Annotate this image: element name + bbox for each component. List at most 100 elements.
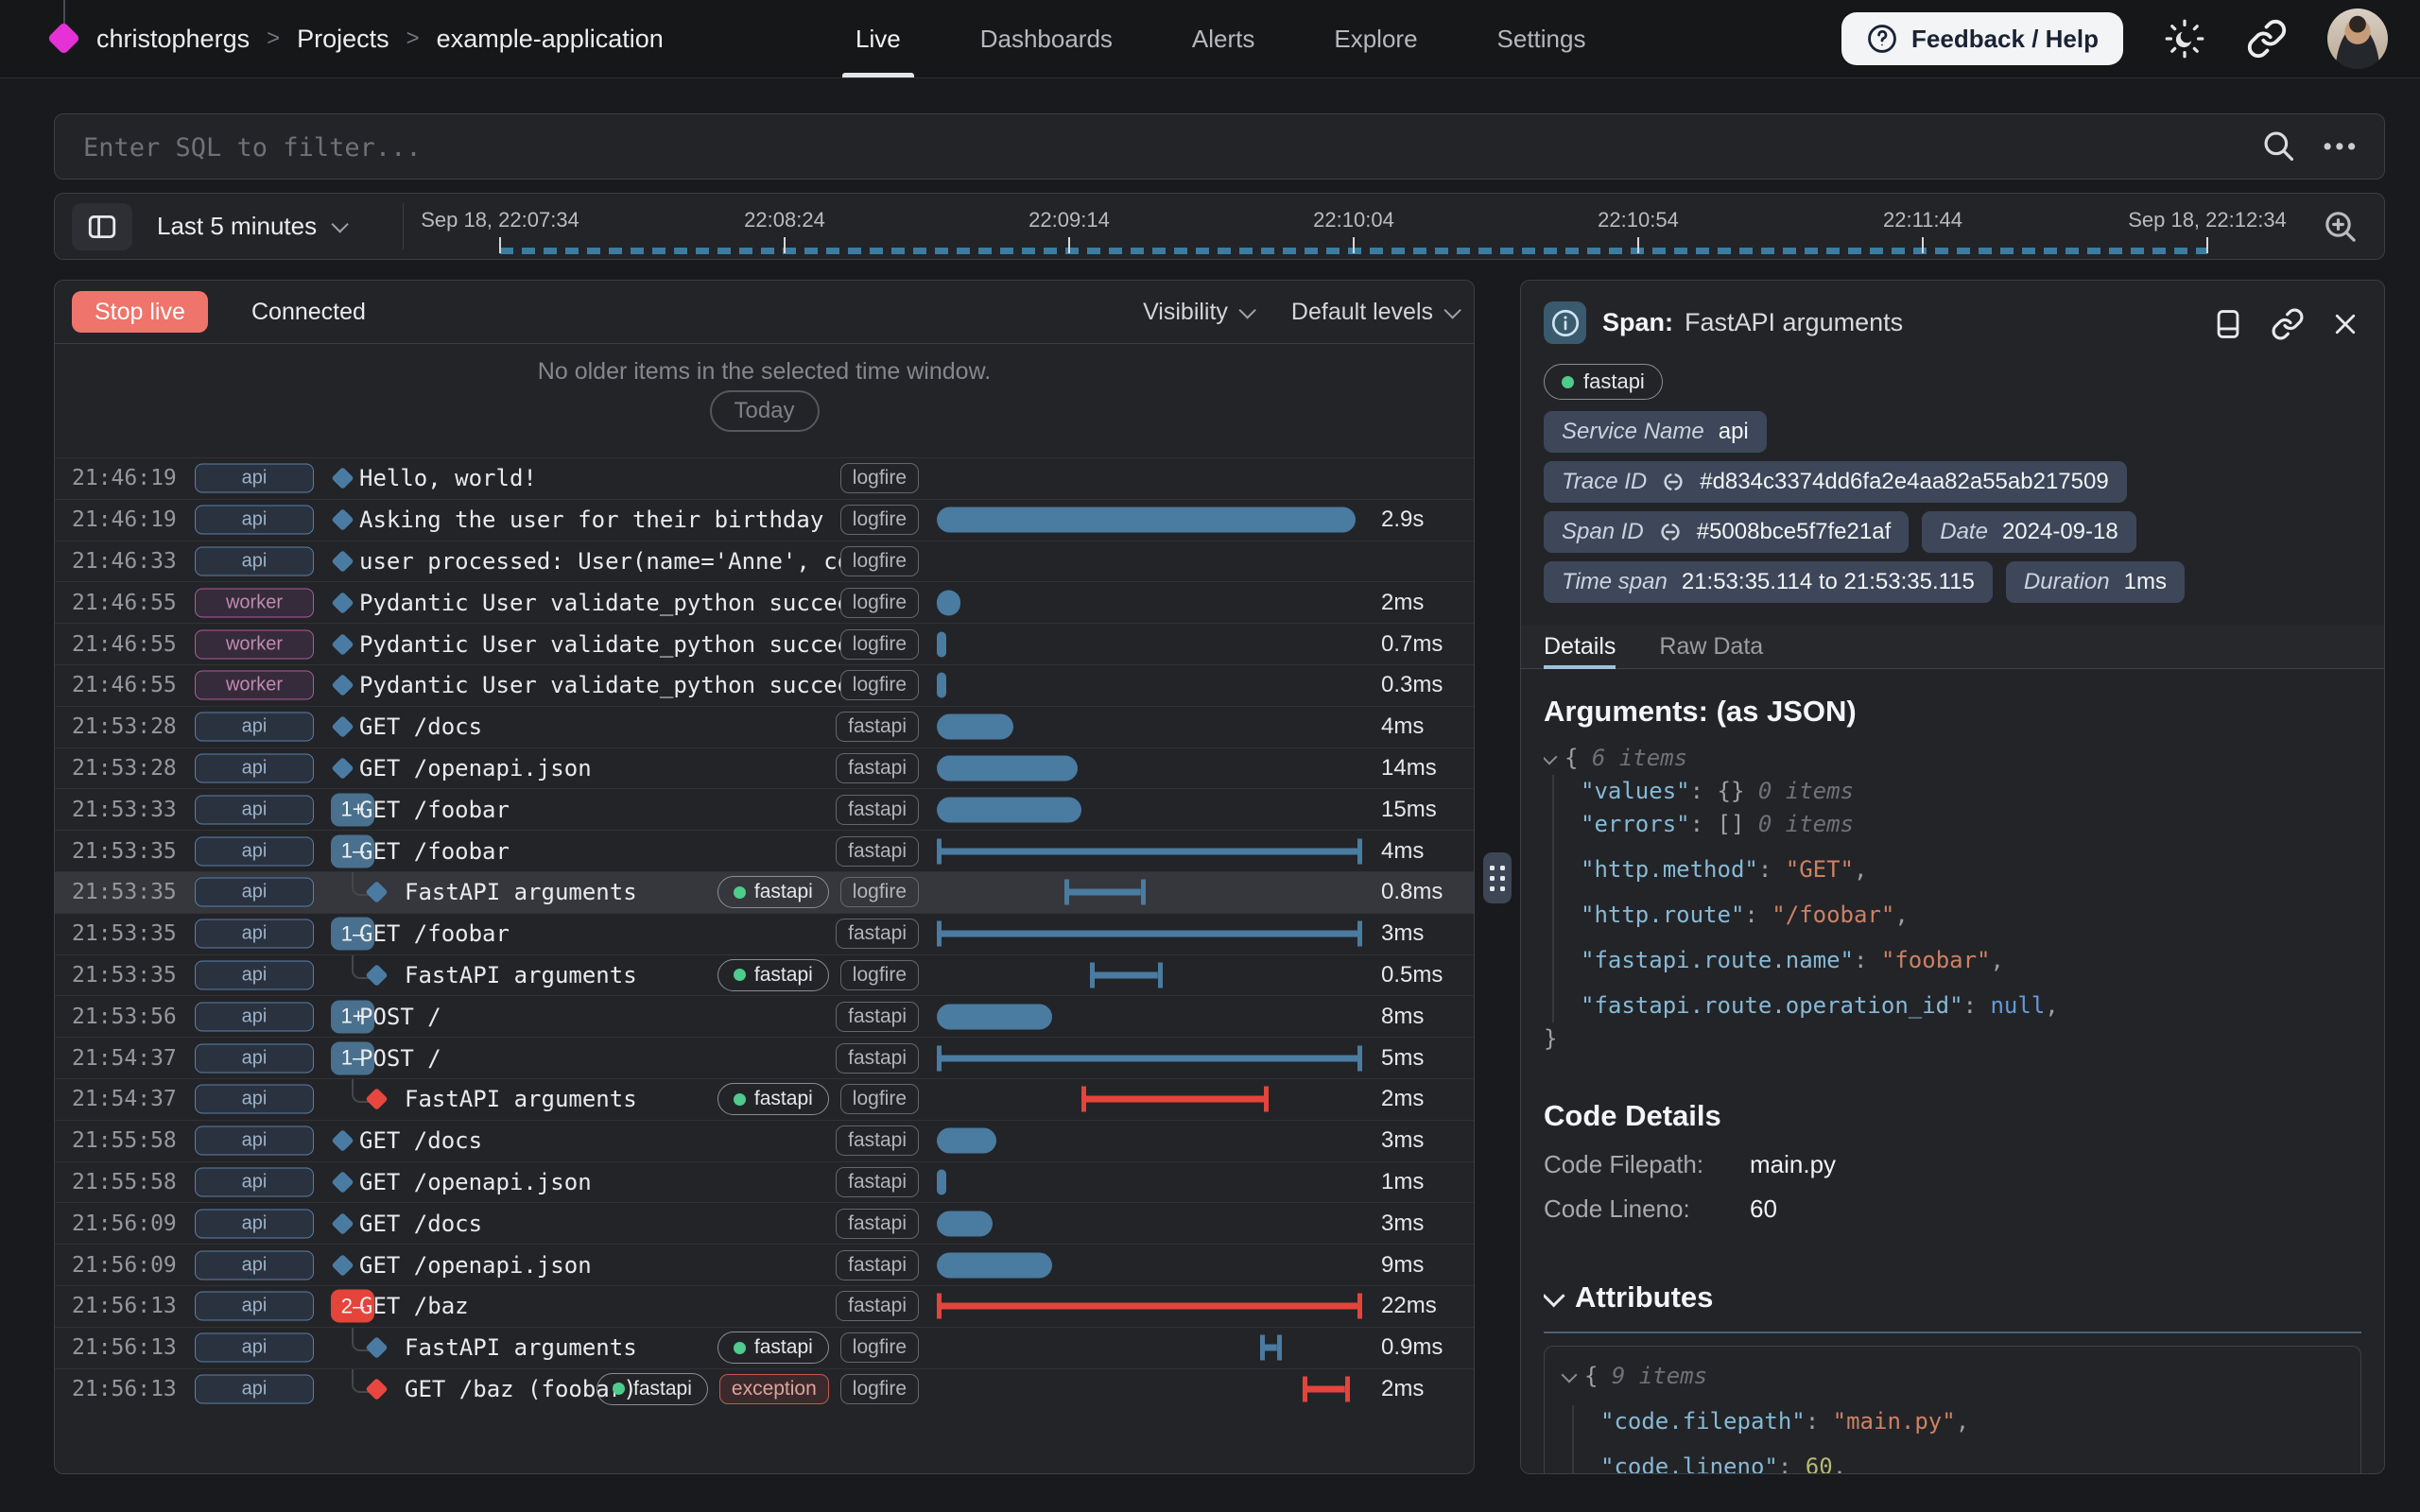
duration-bar bbox=[1303, 1376, 1350, 1401]
span-row[interactable]: 21:53:35apiFastAPI argumentsfastapilogfi… bbox=[55, 954, 1474, 996]
panel-resize-handle[interactable] bbox=[1483, 852, 1512, 903]
span-timestamp: 21:46:19 bbox=[72, 507, 177, 532]
feedback-help-label: Feedback / Help bbox=[1911, 25, 2099, 54]
span-timestamp: 21:46:55 bbox=[72, 673, 177, 697]
span-diamond-icon bbox=[331, 1171, 354, 1194]
span-tags: fastapi bbox=[836, 1167, 919, 1197]
span-diamond-icon bbox=[331, 467, 354, 490]
tag-fastapi: fastapi bbox=[836, 1002, 919, 1032]
service-tag: api bbox=[195, 795, 314, 824]
timeline-tick-mark bbox=[1068, 237, 1070, 253]
more-options-icon[interactable]: ••• bbox=[2324, 133, 2360, 161]
span-row[interactable]: 21:55:58apiGET /docsfastapi3ms bbox=[55, 1120, 1474, 1161]
tag-fastapi: fastapi bbox=[836, 1209, 919, 1239]
tag-logfire: logfire bbox=[840, 588, 919, 618]
json-indented-block: "code.filepath": "main.py","code.lineno"… bbox=[1572, 1405, 2342, 1473]
tag-fastapi: fastapi bbox=[717, 876, 829, 908]
breadcrumb-org[interactable]: christophergs bbox=[96, 25, 250, 54]
breadcrumb-projects[interactable]: Projects bbox=[297, 25, 389, 54]
timeline-tick-mark bbox=[2206, 237, 2208, 253]
span-message: GET /foobar bbox=[359, 838, 841, 865]
share-link-icon[interactable] bbox=[2246, 18, 2288, 60]
service-tag: api bbox=[195, 960, 314, 989]
attributes-toggle[interactable]: Attributes bbox=[1544, 1280, 2361, 1314]
span-tag-pill: fastapi bbox=[1544, 364, 1663, 400]
span-row[interactable]: 21:53:28apiGET /openapi.jsonfastapi14ms bbox=[55, 747, 1474, 789]
span-tags: logfire bbox=[840, 463, 919, 493]
user-avatar[interactable] bbox=[2327, 9, 2388, 69]
tab-settings[interactable]: Settings bbox=[1497, 0, 1586, 77]
stop-live-button[interactable]: Stop live bbox=[72, 291, 208, 333]
timeline-zoom-icon[interactable] bbox=[2322, 208, 2360, 246]
code-filepath-label: Code Filepath: bbox=[1544, 1150, 1750, 1179]
tab-dashboards[interactable]: Dashboards bbox=[980, 0, 1113, 77]
span-row[interactable]: 21:46:33apiuser processed: User(name='An… bbox=[55, 541, 1474, 582]
timeline-tick-label: 22:09:14 bbox=[1028, 208, 1110, 232]
duration-label: 2ms bbox=[1381, 1086, 1424, 1112]
link-icon[interactable] bbox=[1658, 520, 1683, 544]
span-tags: fastapi bbox=[836, 836, 919, 867]
sql-filter-input[interactable] bbox=[81, 114, 2165, 180]
duration-bar bbox=[1260, 1335, 1282, 1361]
detail-tab-raw-data[interactable]: Raw Data bbox=[1659, 625, 1763, 668]
span-tags: fastapi bbox=[836, 1250, 919, 1280]
nav-tabs: Live Dashboards Alerts Explore Settings bbox=[856, 0, 1585, 77]
attributes-divider bbox=[1544, 1332, 2361, 1333]
tag-logfire: logfire bbox=[840, 960, 919, 990]
span-row[interactable]: 21:53:56api1+POST /fastapi8ms bbox=[55, 995, 1474, 1037]
span-row[interactable]: 21:54:37apiFastAPI argumentsfastapilogfi… bbox=[55, 1078, 1474, 1120]
copy-link-icon[interactable] bbox=[2271, 307, 2305, 341]
span-row[interactable]: 21:53:28apiGET /docsfastapi4ms bbox=[55, 706, 1474, 747]
duration-bar bbox=[937, 1128, 996, 1154]
span-row[interactable]: 21:56:09apiGET /docsfastapi3ms bbox=[55, 1202, 1474, 1244]
sidebar-toggle-button[interactable] bbox=[72, 203, 132, 250]
feedback-help-button[interactable]: Feedback / Help bbox=[1841, 12, 2123, 65]
span-row[interactable]: 21:56:13apiFastAPI argumentsfastapilogfi… bbox=[55, 1327, 1474, 1368]
theme-toggle-icon[interactable] bbox=[2163, 17, 2206, 60]
dock-panel-icon[interactable] bbox=[2212, 308, 2244, 340]
today-button[interactable]: Today bbox=[709, 390, 819, 432]
search-icon[interactable] bbox=[2261, 129, 2297, 164]
collapse-chevron-icon[interactable] bbox=[1562, 1367, 1578, 1383]
span-row[interactable]: 21:56:13api2–GET /bazfastapi22ms bbox=[55, 1285, 1474, 1327]
span-row[interactable]: 21:53:33api1+GET /foobarfastapi15ms bbox=[55, 788, 1474, 830]
span-row[interactable]: 21:53:35api1–GET /foobarfastapi4ms bbox=[55, 830, 1474, 871]
logfire-logo-icon[interactable] bbox=[49, 0, 79, 77]
breadcrumb-project[interactable]: example-application bbox=[437, 25, 664, 54]
green-dot-icon bbox=[1562, 376, 1574, 388]
close-icon[interactable] bbox=[2331, 310, 2360, 338]
link-icon[interactable] bbox=[1661, 470, 1685, 494]
arguments-heading: Arguments: (as JSON) bbox=[1544, 695, 2361, 729]
span-diamond-icon bbox=[331, 508, 354, 531]
detail-body: Arguments: (as JSON) { 6 items"values": … bbox=[1544, 695, 2361, 1473]
tab-live[interactable]: Live bbox=[856, 0, 901, 77]
duration-label: 2ms bbox=[1381, 590, 1424, 616]
span-row[interactable]: 21:54:37api1–POST /fastapi5ms bbox=[55, 1037, 1474, 1078]
span-diamond-icon bbox=[331, 1254, 354, 1277]
span-row[interactable]: 21:53:35apiFastAPI argumentsfastapilogfi… bbox=[55, 871, 1474, 913]
tag-logfire: logfire bbox=[840, 546, 919, 576]
span-row[interactable]: 21:55:58apiGET /openapi.jsonfastapi1ms bbox=[55, 1161, 1474, 1203]
span-row[interactable]: 21:46:19apiAsking the user for their bir… bbox=[55, 499, 1474, 541]
span-row[interactable]: 21:56:13apiGET /baz (foobar)fastapiexcep… bbox=[55, 1368, 1474, 1410]
tag-exception: exception bbox=[719, 1374, 829, 1404]
span-row[interactable]: 21:46:19apiHello, world!logfire bbox=[55, 457, 1474, 499]
tab-explore[interactable]: Explore bbox=[1334, 0, 1417, 77]
span-message: Pydantic User validate_python succee bbox=[359, 590, 841, 616]
time-range-selector[interactable]: Last 5 minutes bbox=[157, 194, 344, 259]
detail-tab-details[interactable]: Details bbox=[1544, 625, 1616, 668]
default-levels-dropdown[interactable]: Default levels bbox=[1291, 299, 1457, 326]
span-row[interactable]: 21:46:55workerPydantic User validate_pyt… bbox=[55, 581, 1474, 623]
span-tags: logfire bbox=[840, 670, 919, 700]
span-tags: fastapi bbox=[836, 1209, 919, 1239]
span-tags: fastapi bbox=[836, 753, 919, 783]
span-row[interactable]: 21:56:09apiGET /openapi.jsonfastapi9ms bbox=[55, 1244, 1474, 1285]
span-row[interactable]: 21:46:55workerPydantic User validate_pyt… bbox=[55, 664, 1474, 706]
span-tags: fastapilogfire bbox=[717, 1083, 919, 1115]
span-row[interactable]: 21:53:35api1–GET /foobarfastapi3ms bbox=[55, 913, 1474, 954]
visibility-dropdown[interactable]: Visibility bbox=[1143, 299, 1252, 326]
tab-alerts[interactable]: Alerts bbox=[1192, 0, 1254, 77]
span-row[interactable]: 21:46:55workerPydantic User validate_pyt… bbox=[55, 623, 1474, 664]
collapse-chevron-icon[interactable] bbox=[1544, 749, 1557, 765]
span-tag-label: fastapi bbox=[1583, 369, 1645, 394]
